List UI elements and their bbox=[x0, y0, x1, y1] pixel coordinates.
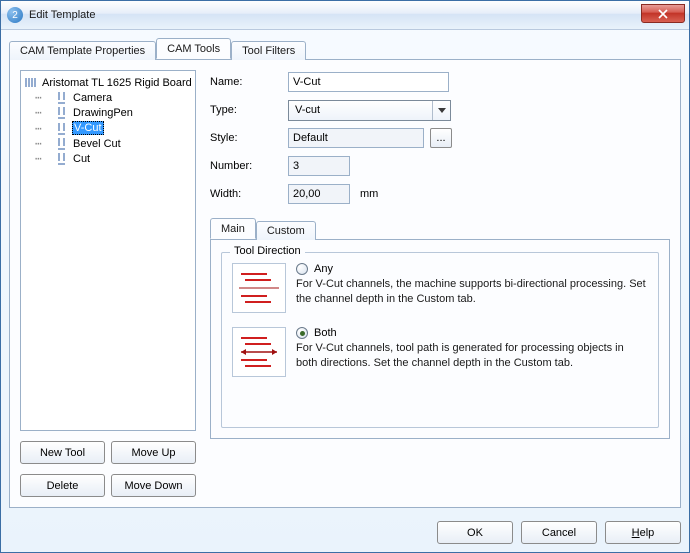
tree-item-drawingpen[interactable]: ⋯ DrawingPen bbox=[33, 105, 193, 120]
sub-tabs: Main Custom bbox=[210, 218, 670, 239]
tool-icon bbox=[55, 122, 68, 135]
tab-cam-template-properties[interactable]: CAM Template Properties bbox=[9, 41, 156, 60]
left-column: Aristomat TL 1625 Rigid Board ⋯ Camera ⋯ bbox=[20, 70, 196, 497]
width-unit: mm bbox=[360, 188, 378, 200]
tree-root[interactable]: Aristomat TL 1625 Rigid Board bbox=[23, 75, 193, 90]
chevron-down-icon bbox=[432, 101, 450, 120]
number-label: Number: bbox=[210, 160, 288, 172]
titlebar[interactable]: 2 Edit Template bbox=[1, 1, 689, 30]
tab-panel: Aristomat TL 1625 Rigid Board ⋯ Camera ⋯ bbox=[9, 59, 681, 508]
style-label: Style: bbox=[210, 132, 288, 144]
tab-tool-filters[interactable]: Tool Filters bbox=[231, 41, 306, 60]
right-column: Name: Type: V-cut Style: ... bbox=[196, 70, 670, 497]
width-input bbox=[288, 184, 350, 204]
radio-both-label: Both bbox=[314, 327, 337, 339]
radio-any[interactable] bbox=[296, 263, 308, 275]
option-any: Any For V-Cut channels, the machine supp… bbox=[232, 263, 648, 313]
tree-item-vcut[interactable]: ⋯ V-Cut bbox=[33, 120, 193, 136]
tool-direction-fieldset: Tool Direction bbox=[221, 252, 659, 428]
tool-icon bbox=[55, 106, 68, 119]
type-label: Type: bbox=[210, 104, 288, 116]
name-label: Name: bbox=[210, 76, 288, 88]
option-any-desc: For V-Cut channels, the machine supports… bbox=[296, 277, 648, 307]
number-input bbox=[288, 156, 350, 176]
tool-icon bbox=[55, 152, 68, 165]
dialog-content: CAM Template Properties CAM Tools Tool F… bbox=[9, 37, 681, 544]
fieldset-legend: Tool Direction bbox=[230, 245, 305, 257]
option-both: Both For V-Cut channels, tool path is ge… bbox=[232, 327, 648, 377]
tool-icon bbox=[55, 91, 68, 104]
thumb-both-icon bbox=[232, 327, 286, 377]
help-rest: elp bbox=[640, 527, 655, 539]
close-icon bbox=[657, 9, 669, 19]
tool-tree[interactable]: Aristomat TL 1625 Rigid Board ⋯ Camera ⋯ bbox=[20, 70, 196, 431]
move-up-button[interactable]: Move Up bbox=[111, 441, 196, 464]
style-browse-button[interactable]: ... bbox=[430, 128, 452, 148]
delete-button[interactable]: Delete bbox=[20, 474, 105, 497]
style-input[interactable] bbox=[288, 128, 424, 148]
help-button[interactable]: Help bbox=[605, 521, 681, 544]
tree-item-bevelcut[interactable]: ⋯ Bevel Cut bbox=[33, 136, 193, 151]
device-icon bbox=[25, 76, 38, 89]
cancel-button[interactable]: Cancel bbox=[521, 521, 597, 544]
new-tool-button[interactable]: New Tool bbox=[20, 441, 105, 464]
tree-item-camera[interactable]: ⋯ Camera bbox=[33, 90, 193, 105]
ok-button[interactable]: OK bbox=[437, 521, 513, 544]
radio-any-label: Any bbox=[314, 263, 333, 275]
option-both-desc: For V-Cut channels, tool path is generat… bbox=[296, 341, 648, 371]
name-input[interactable] bbox=[288, 72, 449, 92]
dialog-window: 2 Edit Template CAM Template Properties … bbox=[0, 0, 690, 553]
width-label: Width: bbox=[210, 188, 288, 200]
subtab-main[interactable]: Main bbox=[210, 218, 256, 239]
tool-icon bbox=[55, 137, 68, 150]
main-tabs: CAM Template Properties CAM Tools Tool F… bbox=[9, 37, 681, 59]
radio-both[interactable] bbox=[296, 327, 308, 339]
tab-cam-tools[interactable]: CAM Tools bbox=[156, 38, 231, 59]
app-icon: 2 bbox=[7, 7, 23, 23]
sub-panel: Tool Direction bbox=[210, 239, 670, 439]
window-title: Edit Template bbox=[29, 9, 95, 21]
thumb-any-icon bbox=[232, 263, 286, 313]
subtab-custom[interactable]: Custom bbox=[256, 221, 316, 240]
dialog-footer: OK Cancel Help bbox=[437, 511, 681, 544]
type-select[interactable]: V-cut bbox=[288, 100, 451, 121]
close-button[interactable] bbox=[641, 4, 685, 23]
tree-item-cut[interactable]: ⋯ Cut bbox=[33, 151, 193, 166]
move-down-button[interactable]: Move Down bbox=[111, 474, 196, 497]
